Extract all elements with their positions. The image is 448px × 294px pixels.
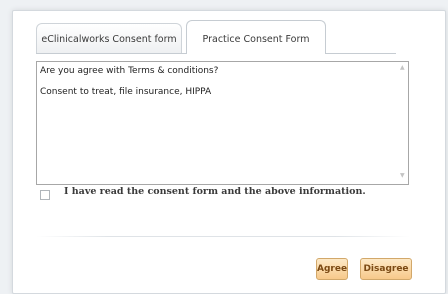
- disagree-button[interactable]: Disagree: [360, 258, 412, 280]
- consent-text-line-2: Consent to treat, file insurance, HIPPA: [40, 87, 212, 97]
- consent-text-area[interactable]: Are you agree with Terms & conditions? C…: [36, 61, 409, 185]
- consent-text-line-1: Are you agree with Terms & conditions?: [40, 66, 219, 76]
- acknowledge-label: I have read the consent form and the abo…: [64, 186, 366, 197]
- scroll-up-arrow-icon[interactable]: ▲: [400, 65, 405, 71]
- tab-eclinicalworks-consent-label: eClinicalworks Consent form: [41, 34, 177, 45]
- scroll-down-arrow-icon[interactable]: ▼: [400, 173, 405, 179]
- tab-eclinicalworks-consent[interactable]: eClinicalworks Consent form: [36, 23, 182, 53]
- tab-practice-consent[interactable]: Practice Consent Form: [186, 20, 326, 54]
- tab-practice-consent-label: Practice Consent Form: [202, 34, 310, 45]
- agree-button[interactable]: Agree: [316, 258, 348, 280]
- footer-divider: [36, 236, 410, 237]
- acknowledge-checkbox[interactable]: [40, 190, 50, 200]
